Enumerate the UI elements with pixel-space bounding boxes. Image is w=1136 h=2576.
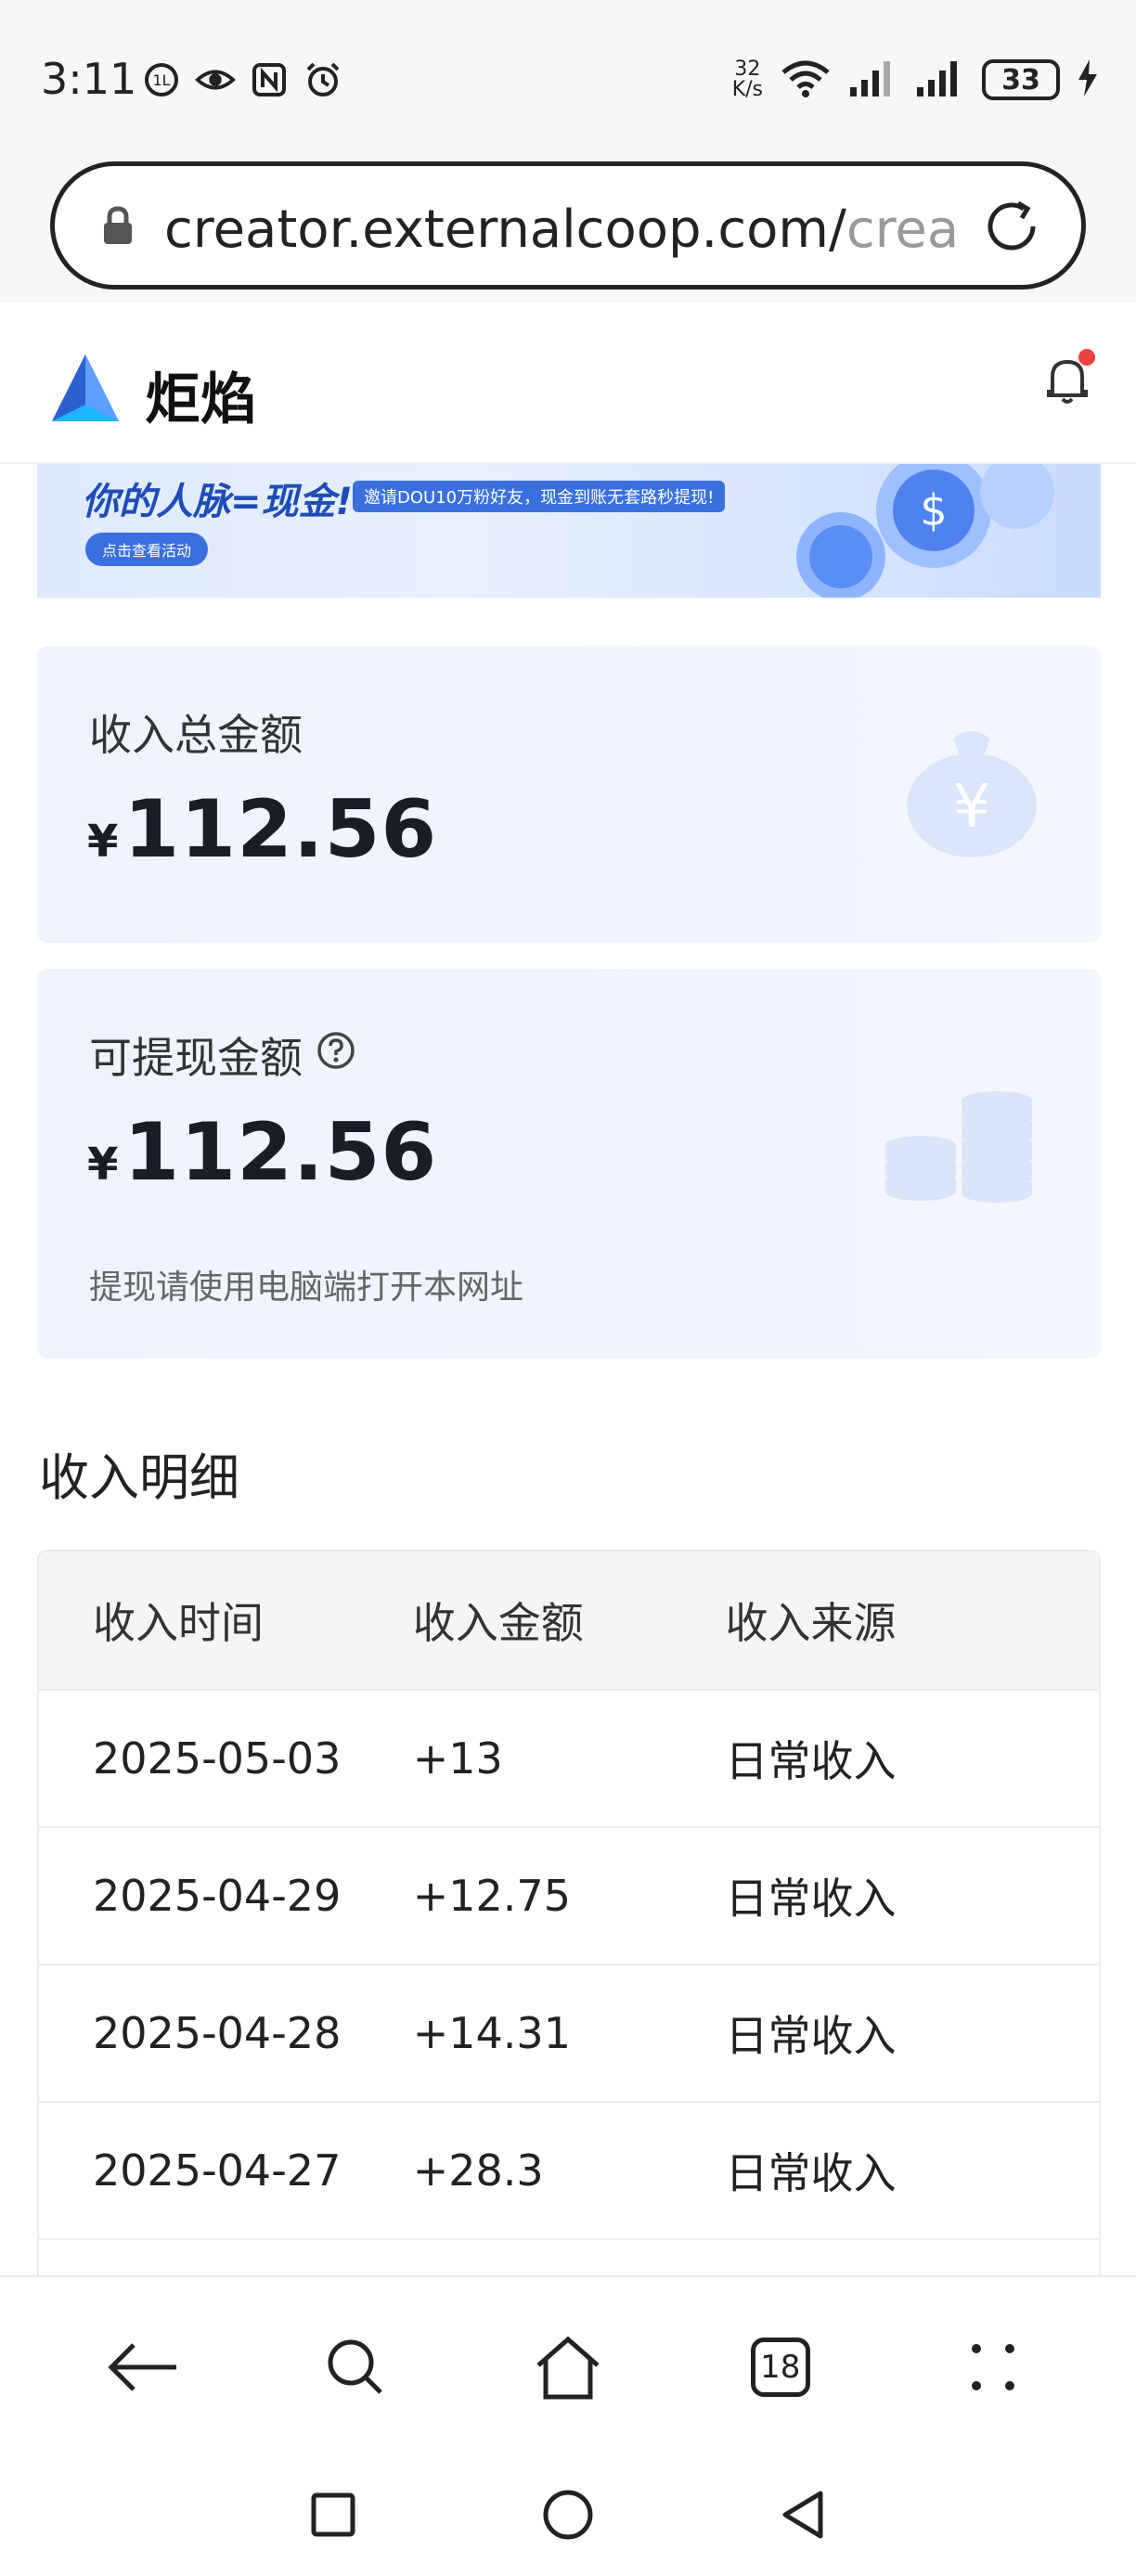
banner-title: 你的人脉=现金!	[82, 481, 353, 523]
table-row: 2025-04-29 +12.75 日常收入	[39, 1828, 1099, 1965]
browser-address-area: creator.externalcoop.com/crea	[0, 148, 1136, 303]
signal-2-icon	[915, 58, 965, 102]
row-source: 日常收入	[725, 2148, 897, 2198]
row-source: 日常收入	[725, 1874, 897, 1924]
withdrawable-label: 可提现金额	[89, 1033, 303, 1083]
signal-1-icon	[848, 58, 898, 102]
status-right: 32 K/s 33	[732, 58, 1099, 102]
tabs-count: 18	[750, 2338, 810, 2397]
row-amount: +28.3	[412, 2145, 544, 2196]
total-income-card: 收入总金额 ¥ 112.56 ¥	[37, 646, 1101, 943]
app-header: 炬焰	[0, 303, 1136, 464]
money-bag-icon: ¥	[907, 731, 1037, 857]
url-main: creator.externalcoop.com/	[164, 200, 846, 260]
svg-text:$: $	[920, 485, 947, 535]
tabs-button[interactable]: 18	[729, 2316, 832, 2418]
browser-bottom-bar: 18	[0, 2275, 1136, 2457]
home-icon[interactable]	[517, 2316, 619, 2418]
row-date: 2025-04-29	[93, 1871, 342, 1921]
reload-icon[interactable]	[979, 194, 1044, 263]
table-row: 2025-04-28 +14.31 日常收入	[39, 1965, 1099, 2103]
lock-icon	[101, 205, 135, 250]
banner-subtitle: 邀请DOU10万粉好友，现金到账无套路秒提现!	[353, 481, 726, 512]
back-triangle-icon[interactable]	[780, 2490, 826, 2544]
battery-indicator: 33	[982, 59, 1060, 100]
app-name: 炬焰	[145, 367, 256, 432]
net-speed: 32 K/s	[732, 59, 763, 100]
currency-symbol: ¥	[87, 816, 119, 868]
total-income-amount: ¥ 112.56	[87, 783, 437, 876]
help-icon[interactable]	[316, 1030, 356, 1081]
money-bag-glyph: ¥	[953, 773, 991, 842]
currency-symbol: ¥	[87, 1139, 119, 1191]
eye-icon	[195, 59, 236, 100]
row-amount: +12.75	[412, 1871, 571, 1921]
withdraw-hint: 提现请使用电脑端打开本网址	[89, 1269, 524, 1307]
table-row: 2025-05-03 +13 日常收入	[39, 1691, 1099, 1828]
back-arrow-icon[interactable]	[92, 2316, 194, 2418]
app-logo[interactable]	[48, 351, 123, 429]
row-amount: +14.31	[412, 2008, 571, 2058]
more-menu-icon[interactable]	[942, 2316, 1044, 2418]
withdrawable-value: 112.56	[123, 1106, 438, 1199]
wifi-icon	[780, 58, 832, 102]
column-header-time: 收入时间	[93, 1598, 264, 1648]
recents-square-icon[interactable]	[310, 2492, 356, 2542]
column-header-source: 收入来源	[725, 1598, 897, 1648]
withdrawable-card: 可提现金额 ¥ 112.56 提现请使用电脑端打开本网址	[37, 969, 1101, 1359]
system-nav-bar	[0, 2457, 1136, 2576]
total-income-label: 收入总金额	[89, 710, 303, 760]
data-saver-icon: 1L	[141, 59, 182, 100]
column-header-amount: 收入金额	[412, 1598, 584, 1648]
status-bar: 3:11 1L 32 K/s 33	[0, 0, 1136, 148]
search-icon[interactable]	[304, 2316, 407, 2418]
url-faded: crea	[846, 200, 960, 260]
url-text[interactable]: creator.externalcoop.com/crea	[164, 200, 990, 260]
income-details-title: 收入明细	[39, 1449, 239, 1507]
coin-stack-icon	[885, 1091, 1032, 1203]
row-source: 日常收入	[725, 2011, 897, 2061]
row-date: 2025-05-03	[93, 1733, 342, 1784]
total-income-value: 112.56	[123, 783, 438, 876]
row-source: 日常收入	[725, 1736, 897, 1786]
status-time: 3:11	[41, 54, 137, 104]
row-date: 2025-04-28	[93, 2008, 342, 2058]
address-bar[interactable]: creator.externalcoop.com/crea	[50, 161, 1086, 290]
income-table: 收入时间 收入金额 收入来源 2025-05-03 +13 日常收入 2025-…	[37, 1550, 1101, 2379]
status-left-icons: 1L	[141, 59, 343, 100]
home-circle-icon[interactable]	[542, 2489, 594, 2544]
banner-button[interactable]: 点击查看活动	[85, 533, 209, 566]
net-speed-unit: K/s	[731, 78, 763, 101]
promo-banner[interactable]: 你的人脉=现金! 邀请DOU10万粉好友，现金到账无套路秒提现! 点击查看活动 …	[37, 464, 1101, 598]
notification-dot	[1078, 349, 1095, 366]
table-row: 2025-04-27 +28.3 日常收入	[39, 2103, 1099, 2240]
coins-illustration: $	[796, 464, 1054, 598]
row-amount: +13	[412, 1733, 503, 1784]
withdrawable-label-row: 可提现金额	[89, 1024, 356, 1086]
withdrawable-amount: ¥ 112.56	[87, 1106, 437, 1199]
svg-text:1L: 1L	[152, 71, 170, 89]
charging-icon	[1077, 58, 1099, 102]
net-speed-value: 32	[734, 58, 761, 81]
row-date: 2025-04-27	[93, 2145, 342, 2196]
table-header: 收入时间 收入金额 收入来源	[39, 1552, 1099, 1691]
alarm-icon	[303, 59, 343, 100]
nfc-icon	[249, 59, 290, 100]
